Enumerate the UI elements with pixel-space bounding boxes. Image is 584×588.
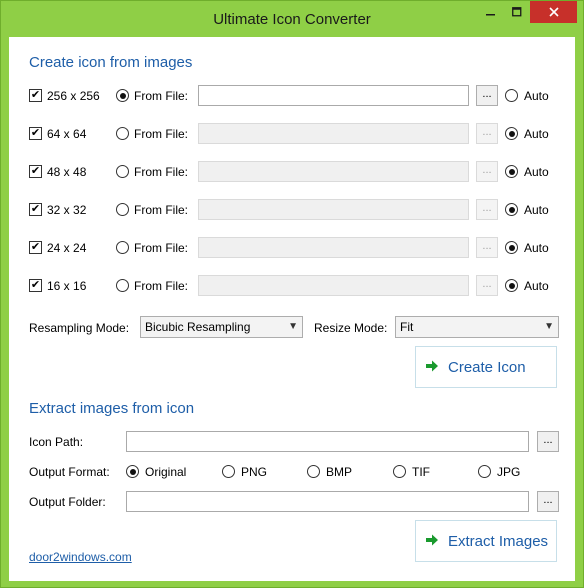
from-file-radio[interactable] [116,279,129,292]
auto-label: Auto [524,89,549,103]
auto-radio[interactable] [505,203,518,216]
auto-radio[interactable] [505,241,518,254]
size-checkbox[interactable]: ✔ [29,279,42,292]
arrow-right-icon [426,534,438,546]
from-file-label: From File: [134,165,188,179]
auto-label: Auto [524,279,549,293]
output-folder-browse-button[interactable]: ... [537,491,559,512]
from-file-label: From File: [134,241,188,255]
file-path-input[interactable] [198,123,469,144]
file-browse-button[interactable]: ... [476,85,498,106]
from-file-radio[interactable] [116,127,129,140]
chevron-down-icon: ▼ [288,321,298,332]
file-path-input[interactable] [198,275,469,296]
icon-path-input[interactable] [126,431,529,452]
file-browse-button[interactable]: ... [476,237,498,258]
format-label-original: Original [145,465,187,479]
from-file-label: From File: [134,127,188,141]
auto-label: Auto [524,127,549,141]
main-panel: Create icon from images ✔ 256 x 256 From F… [9,37,575,581]
auto-label: Auto [524,165,549,179]
file-browse-button[interactable]: ... [476,199,498,220]
format-label-tif: TIF [412,465,430,479]
from-file-label: From File: [134,279,188,293]
icon-path-browse-button[interactable]: ... [537,431,559,452]
auto-radio[interactable] [505,279,518,292]
resampling-mode-value: Bicubic Resampling [145,320,251,334]
auto-label: Auto [524,203,549,217]
file-path-input[interactable] [198,161,469,182]
auto-radio[interactable] [505,165,518,178]
output-format-label: Output Format: [29,465,110,479]
minimize-button[interactable] [478,1,504,23]
resampling-mode-select[interactable]: Bicubic Resampling ▼ [140,316,303,338]
arrow-right-icon [426,360,438,372]
size-row: ✔ 256 x 256 From File:... Auto [9,85,575,107]
minimize-icon [486,14,495,16]
file-path-input[interactable] [198,237,469,258]
file-browse-button[interactable]: ... [476,161,498,182]
size-label: 256 x 256 [47,89,100,103]
from-file-radio[interactable] [116,203,129,216]
format-label-bmp: BMP [326,465,353,479]
auto-radio[interactable] [505,89,518,102]
size-row: ✔ 24 x 24 From File:... Auto [9,237,575,259]
resize-mode-label: Resize Mode: [314,321,388,335]
format-radio-bmp[interactable] [307,465,320,478]
size-row: ✔ 32 x 32 From File:... Auto [9,199,575,221]
size-label: 64 x 64 [47,127,87,141]
format-radio-tif[interactable] [393,465,406,478]
app-window: Ultimate Icon Converter Create icon from… [0,0,584,588]
format-label-jpg: JPG [497,465,521,479]
create-icon-button[interactable]: Create Icon [415,346,557,388]
format-radio-png[interactable] [222,465,235,478]
maximize-icon [512,7,522,17]
resize-mode-value: Fit [400,320,414,334]
size-checkbox[interactable]: ✔ [29,241,42,254]
size-row: ✔ 48 x 48 From File:... Auto [9,161,575,183]
from-file-radio[interactable] [116,165,129,178]
maximize-button[interactable] [504,1,530,23]
size-checkbox[interactable]: ✔ [29,127,42,140]
file-browse-button[interactable]: ... [476,275,498,296]
format-radio-original[interactable] [126,465,139,478]
format-label-png: PNG [241,465,268,479]
size-label: 48 x 48 [47,165,87,179]
format-radio-jpg[interactable] [478,465,491,478]
file-path-input[interactable] [198,199,469,220]
title-bar[interactable]: Ultimate Icon Converter [1,1,583,37]
size-label: 32 x 32 [47,203,87,217]
from-file-radio[interactable] [116,241,129,254]
resampling-mode-label: Resampling Mode: [29,321,130,335]
size-checkbox[interactable]: ✔ [29,89,42,102]
size-checkbox[interactable]: ✔ [29,165,42,178]
size-checkbox[interactable]: ✔ [29,203,42,216]
close-button[interactable] [530,1,577,23]
auto-label: Auto [524,241,549,255]
output-folder-label: Output Folder: [29,495,106,509]
from-file-label: From File: [134,89,188,103]
resize-mode-select[interactable]: Fit ▼ [395,316,559,338]
extract-images-button[interactable]: Extract Images [415,520,557,562]
from-file-label: From File: [134,203,188,217]
extract-images-label: Extract Images [448,533,549,550]
website-link[interactable]: door2windows.com [29,550,132,564]
close-icon [548,7,559,17]
size-label: 16 x 16 [47,279,87,293]
output-folder-input[interactable] [126,491,529,512]
extract-section-title: Extract images from icon [29,400,195,417]
icon-path-label: Icon Path: [29,435,84,449]
size-row: ✔ 16 x 16 From File:... Auto [9,275,575,297]
size-row: ✔ 64 x 64 From File:... Auto [9,123,575,145]
from-file-radio[interactable] [116,89,129,102]
file-path-input[interactable] [198,85,469,106]
file-browse-button[interactable]: ... [476,123,498,144]
size-label: 24 x 24 [47,241,87,255]
create-icon-label: Create Icon [448,359,526,376]
create-section-title: Create icon from images [29,54,193,71]
auto-radio[interactable] [505,127,518,140]
chevron-down-icon: ▼ [544,321,554,332]
